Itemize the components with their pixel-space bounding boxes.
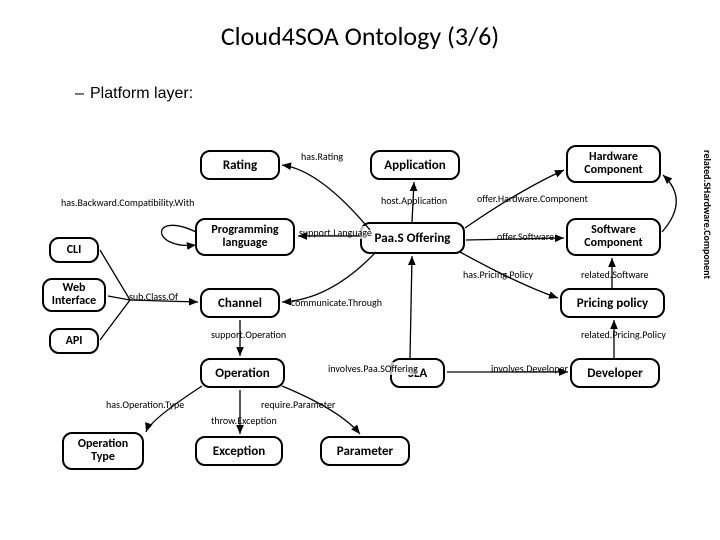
node-parameter: Parameter: [320, 436, 410, 466]
node-cli: CLI: [49, 237, 99, 263]
edge-has-backward-compat: has.Backward.Compatibility.With: [60, 196, 195, 209]
edge-involves-developer: involves.Developer: [490, 362, 569, 375]
edge-support-language: support.Language: [298, 226, 373, 239]
node-exception: Exception: [195, 436, 283, 466]
edge-offer-hardware: offer.Hardware.Component: [476, 192, 589, 205]
page-title: Cloud4SOA Ontology (3/6): [0, 20, 720, 52]
node-pricing-policy: Pricing policy: [560, 288, 665, 318]
edge-communicate-through: communicate.Through: [290, 296, 383, 309]
edge-has-pricing-policy: has.Pricing.Policy: [462, 268, 534, 281]
edge-sub-class-of: sub.Class.Of: [128, 290, 179, 303]
edge-require-parameter: require.Parameter: [260, 398, 336, 411]
edge-host-application: host.Application: [380, 194, 448, 207]
node-api: API: [49, 328, 99, 354]
node-rating: Rating: [200, 150, 280, 180]
subtitle: Platform layer:: [90, 85, 193, 103]
node-hardware-component: Hardware Component: [566, 145, 661, 183]
node-paas-offering: Paa.S Offering: [360, 222, 465, 254]
edge-involves-paas: involves.Paa.SOffering: [327, 362, 419, 375]
node-operation-type: Operation Type: [62, 432, 144, 470]
edge-has-rating: has.Rating: [300, 150, 344, 163]
node-programming-language: Programming language: [195, 218, 295, 256]
node-web-interface: Web Interface: [42, 278, 106, 312]
side-label: related.SHardware.Component: [701, 150, 714, 279]
edge-related-software: related.Software: [580, 268, 650, 281]
bullet-dash: –: [75, 85, 84, 103]
node-application: Application: [370, 150, 460, 180]
edge-throw-exception: throw.Exception: [210, 414, 278, 427]
edge-support-operation: support.Operation: [210, 328, 287, 341]
edge-offer-software: offer.Software: [496, 230, 555, 243]
node-software-component: Software Component: [566, 218, 661, 256]
edge-has-operation-type: has.Operation.Type: [105, 398, 185, 411]
edge-related-pricing: related.Pricing.Policy: [580, 328, 667, 341]
node-developer: Developer: [570, 358, 660, 388]
node-operation: Operation: [200, 358, 285, 388]
node-channel: Channel: [200, 288, 280, 318]
